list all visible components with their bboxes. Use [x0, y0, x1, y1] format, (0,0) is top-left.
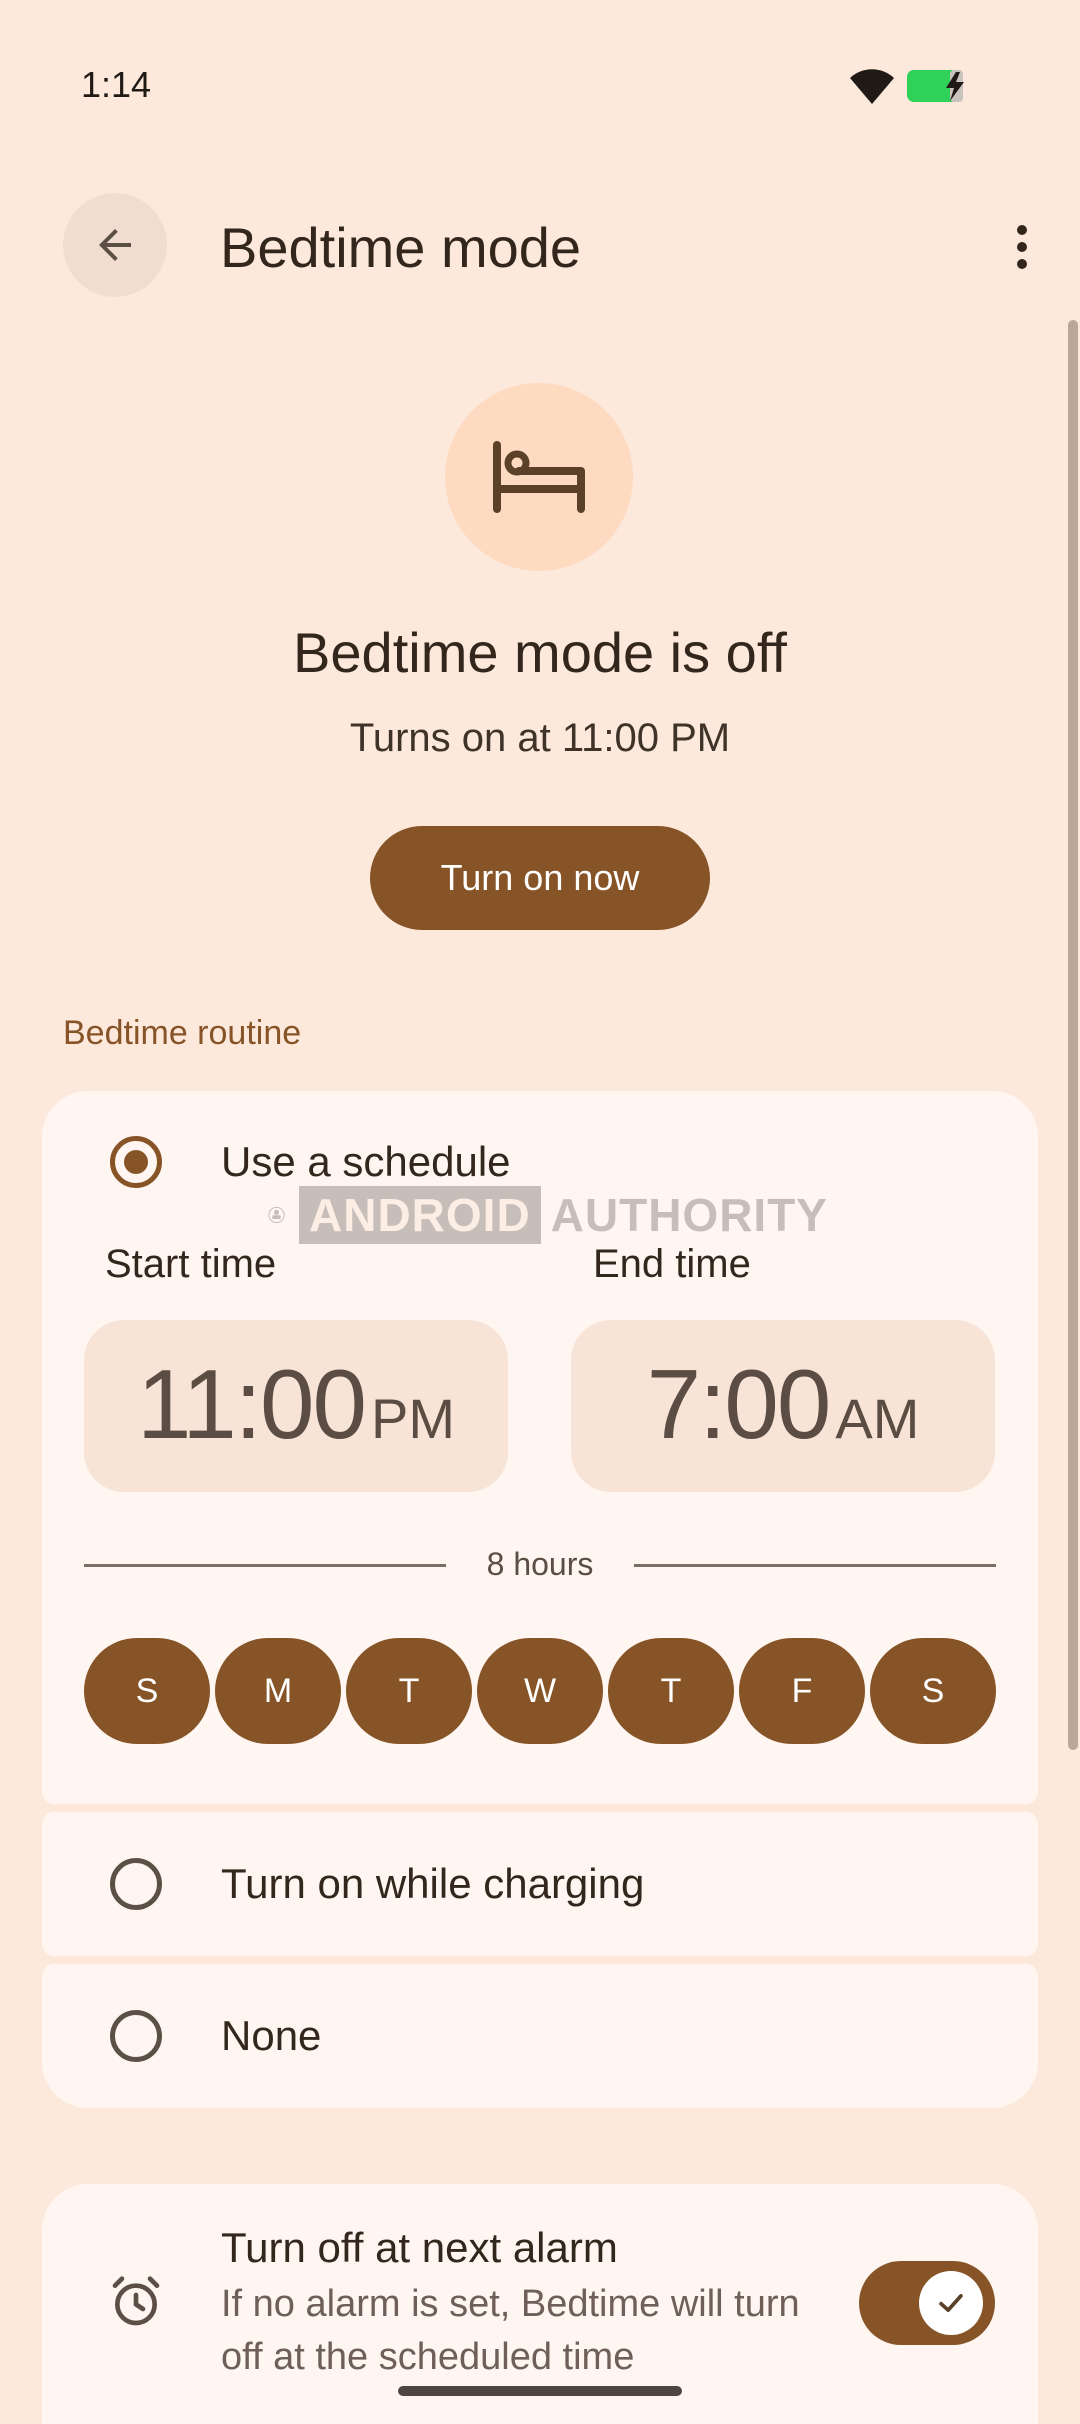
start-time-picker[interactable]: 11:00 PM: [84, 1320, 508, 1492]
turn-on-now-button[interactable]: Turn on now: [370, 826, 710, 930]
watermark-text-android: ANDROID: [299, 1186, 541, 1244]
option-label: None: [221, 2012, 322, 2059]
battery-charging-icon: [907, 70, 964, 102]
day-sunday[interactable]: S: [84, 1638, 210, 1744]
alarm-setting-title: Turn off at next alarm: [221, 2224, 618, 2271]
more-vert-icon: [1017, 225, 1027, 269]
alarm-icon: [112, 2276, 160, 2326]
bed-icon-circle: [445, 383, 633, 571]
end-time-picker[interactable]: 7:00 AM: [571, 1320, 995, 1492]
more-options-button[interactable]: [1000, 215, 1044, 279]
option-row-charging[interactable]: Turn on while charging: [110, 1858, 644, 1910]
day-thursday[interactable]: T: [608, 1638, 734, 1744]
start-time-value: 11:00: [137, 1349, 367, 1459]
duration-divider-right: [634, 1564, 996, 1567]
start-time-ampm: PM: [370, 1387, 455, 1450]
end-time-value: 7:00: [646, 1349, 832, 1459]
arrow-back-icon: [99, 229, 131, 261]
check-icon: [939, 2294, 963, 2312]
page-title: Bedtime mode: [220, 216, 582, 279]
duration-text: 8 hours: [486, 1546, 594, 1582]
status-bar-time: 1:14: [81, 64, 152, 105]
turn-off-at-alarm-toggle[interactable]: [859, 2261, 995, 2345]
scrollbar[interactable]: [1068, 320, 1078, 1750]
radio-turn-on-while-charging[interactable]: [110, 1858, 162, 1910]
bedtime-status-title: Bedtime mode is off: [293, 621, 787, 684]
wifi-icon: [850, 69, 894, 104]
radio-use-schedule[interactable]: [110, 1136, 162, 1188]
android-authority-logo-icon: [268, 1206, 285, 1224]
day-tuesday[interactable]: T: [346, 1638, 472, 1744]
day-friday[interactable]: F: [739, 1638, 865, 1744]
gesture-nav-handle[interactable]: [398, 2386, 682, 2396]
toggle-thumb: [919, 2271, 983, 2335]
bed-icon: [493, 441, 585, 513]
day-saturday[interactable]: S: [870, 1638, 996, 1744]
section-label-bedtime-routine: Bedtime routine: [63, 1014, 302, 1052]
watermark-text-authority: AUTHORITY: [550, 1189, 828, 1241]
duration-divider-left: [84, 1564, 446, 1567]
option-label: Turn on while charging: [221, 1860, 645, 1907]
end-time-ampm: AM: [835, 1387, 920, 1450]
watermark: ANDROID AUTHORITY: [268, 1150, 828, 1280]
back-button[interactable]: [63, 193, 167, 297]
day-selector: S M T W T F S: [84, 1638, 996, 1744]
day-wednesday[interactable]: W: [477, 1638, 603, 1744]
radio-none[interactable]: [110, 2010, 162, 2062]
start-time-label: Start time: [105, 1242, 277, 1286]
alarm-setting-description: If no alarm is set, Bedtime will turn of…: [221, 2283, 800, 2378]
bedtime-status-subtitle: Turns on at 11:00 PM: [349, 716, 731, 760]
option-row-none[interactable]: None: [110, 2010, 321, 2062]
day-monday[interactable]: M: [215, 1638, 341, 1744]
